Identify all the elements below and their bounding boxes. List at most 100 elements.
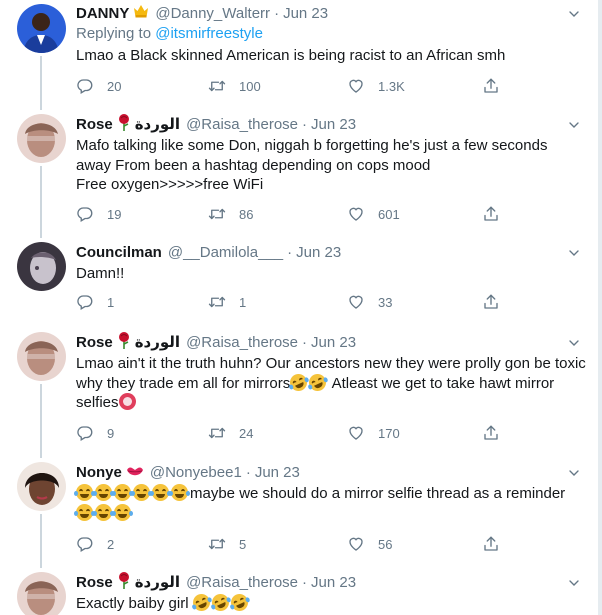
like-button[interactable]: 1.3K (347, 76, 405, 96)
author-name[interactable]: Nonye (76, 463, 122, 483)
tweet[interactable]: DANNY @Danny_Walterr · Jun 23 Replying t… (0, 0, 598, 110)
chevron-down-icon[interactable] (566, 6, 582, 22)
reply-icon (76, 205, 94, 223)
tweet-text: Exactly baiby girl (76, 591, 588, 614)
reply-button[interactable]: 1 (76, 292, 114, 312)
reply-icon (76, 535, 94, 553)
avatar[interactable] (17, 242, 66, 291)
author-handle[interactable]: @Raisa_therose (186, 115, 298, 135)
timestamp[interactable]: Jun 23 (255, 463, 300, 483)
like-button[interactable]: 601 (347, 204, 400, 224)
reply-count: 2 (107, 536, 115, 552)
like-icon (347, 77, 365, 95)
reply-button[interactable]: 2 (76, 534, 114, 554)
retweet-button[interactable]: 24 (208, 423, 253, 443)
chevron-down-icon[interactable] (566, 335, 582, 351)
rofl-emoji-icon (287, 370, 311, 394)
like-button[interactable]: 56 (347, 534, 392, 554)
tweet-line: Lmao ain't it the truth huhn? Our ancest… (76, 355, 586, 372)
timestamp[interactable]: Jun 23 (311, 115, 356, 135)
author-handle[interactable]: @Danny_Walterr (155, 4, 270, 24)
timestamp[interactable]: Jun 23 (296, 243, 341, 263)
retweet-count: 86 (239, 206, 254, 222)
avatar[interactable] (17, 4, 66, 53)
separator-dot: · (302, 116, 308, 133)
avatar[interactable] (17, 332, 66, 381)
tweet-line-part: selfies (76, 394, 119, 411)
avatar[interactable] (17, 462, 66, 511)
author-handle[interactable]: @__Damilola___ (168, 243, 283, 263)
share-button[interactable] (482, 534, 500, 554)
tweet-line-part: Atleast we get to take hawt mirror (328, 374, 555, 392)
timestamp[interactable]: Jun 23 (311, 333, 356, 353)
separator-dot: · (274, 5, 280, 22)
chevron-down-icon[interactable] (566, 117, 582, 133)
like-count: 56 (378, 536, 393, 552)
tweet-line: Mafo talking like some Don, niggah b for… (76, 137, 548, 154)
tweet-line: away From been a hashtag depending on co… (76, 156, 431, 174)
author-handle[interactable]: @Nonyebee1 (150, 463, 242, 483)
rofl-emoji-icon (227, 591, 251, 614)
chevron-down-icon[interactable] (566, 575, 582, 591)
chevron-down-icon[interactable] (566, 245, 582, 261)
separator-dot: · (302, 334, 308, 351)
share-button[interactable] (482, 204, 500, 224)
tweet-text: Lmao a Black skinned American is being r… (76, 46, 588, 66)
tweet[interactable]: Nonye @Nonyebee1 · Jun 23 maybe we shoul… (0, 458, 598, 568)
tweet-line-part: Exactly baiby girl (76, 595, 189, 612)
chevron-down-icon[interactable] (566, 465, 582, 481)
tweet[interactable]: Rose الوردة @Raisa_therose · Jun 23 Exac… (0, 568, 598, 615)
tweet-line-part: why they trade em all for mirrors (76, 374, 291, 392)
joy-emoji-icon (93, 503, 114, 521)
joy-emoji-icon (74, 503, 95, 521)
like-icon (347, 424, 365, 442)
author-handle[interactable]: @Raisa_therose (186, 573, 298, 593)
separator-dot: · (245, 464, 251, 481)
share-button[interactable] (482, 423, 500, 443)
tweet-line: Free oxygen>>>>>free WiFi (76, 176, 264, 193)
reply-icon (76, 293, 94, 311)
author-name-arabic[interactable]: الوردة (135, 573, 180, 593)
author-name-arabic[interactable]: الوردة (135, 115, 180, 135)
tweet-text: maybe we should do a mirror selfie threa… (74, 484, 588, 523)
mention-link[interactable]: @itsmirfreestyle (155, 25, 263, 42)
reply-count: 9 (107, 425, 115, 441)
retweet-button[interactable]: 86 (208, 204, 253, 224)
avatar[interactable] (17, 572, 66, 615)
reply-icon (76, 77, 94, 95)
author-name[interactable]: Rose (76, 333, 113, 353)
tweet[interactable]: Rose الوردة @Raisa_therose · Jun 23 Lmao… (0, 328, 598, 458)
share-icon (482, 77, 500, 95)
right-border (598, 0, 602, 615)
retweet-button[interactable]: 100 (208, 76, 261, 96)
author-name-arabic[interactable]: الوردة (135, 333, 180, 353)
like-count: 170 (378, 425, 400, 441)
reply-button[interactable]: 20 (76, 76, 121, 96)
timestamp[interactable]: Jun 23 (311, 573, 356, 593)
retweet-button[interactable]: 5 (208, 534, 246, 554)
tweet[interactable]: Rose الوردة @Raisa_therose · Jun 23 Mafo… (0, 110, 598, 238)
like-icon (347, 293, 365, 311)
tweet[interactable]: Councilman @__Damilola___ · Jun 23 Damn!… (0, 238, 598, 328)
like-count: 601 (378, 206, 400, 222)
timestamp[interactable]: Jun 23 (283, 4, 328, 24)
retweet-icon (208, 424, 226, 442)
retweet-button[interactable]: 1 (208, 292, 246, 312)
author-name[interactable]: DANNY (76, 4, 129, 24)
reply-button[interactable]: 9 (76, 423, 114, 443)
like-icon (347, 205, 365, 223)
avatar[interactable] (17, 114, 66, 163)
thread-line (40, 166, 42, 238)
blush-emoji-icon (118, 393, 136, 410)
like-button[interactable]: 170 (347, 423, 400, 443)
author-name[interactable]: Councilman (76, 243, 162, 263)
share-button[interactable] (482, 76, 500, 96)
reply-context: Replying to @itsmirfreestyle (76, 24, 588, 44)
author-name[interactable]: Rose (76, 573, 113, 593)
author-name[interactable]: Rose (76, 115, 113, 135)
share-button[interactable] (482, 292, 500, 312)
like-button[interactable]: 33 (347, 292, 392, 312)
rose-icon (117, 331, 131, 355)
author-handle[interactable]: @Raisa_therose (186, 333, 298, 353)
reply-button[interactable]: 19 (76, 204, 121, 224)
